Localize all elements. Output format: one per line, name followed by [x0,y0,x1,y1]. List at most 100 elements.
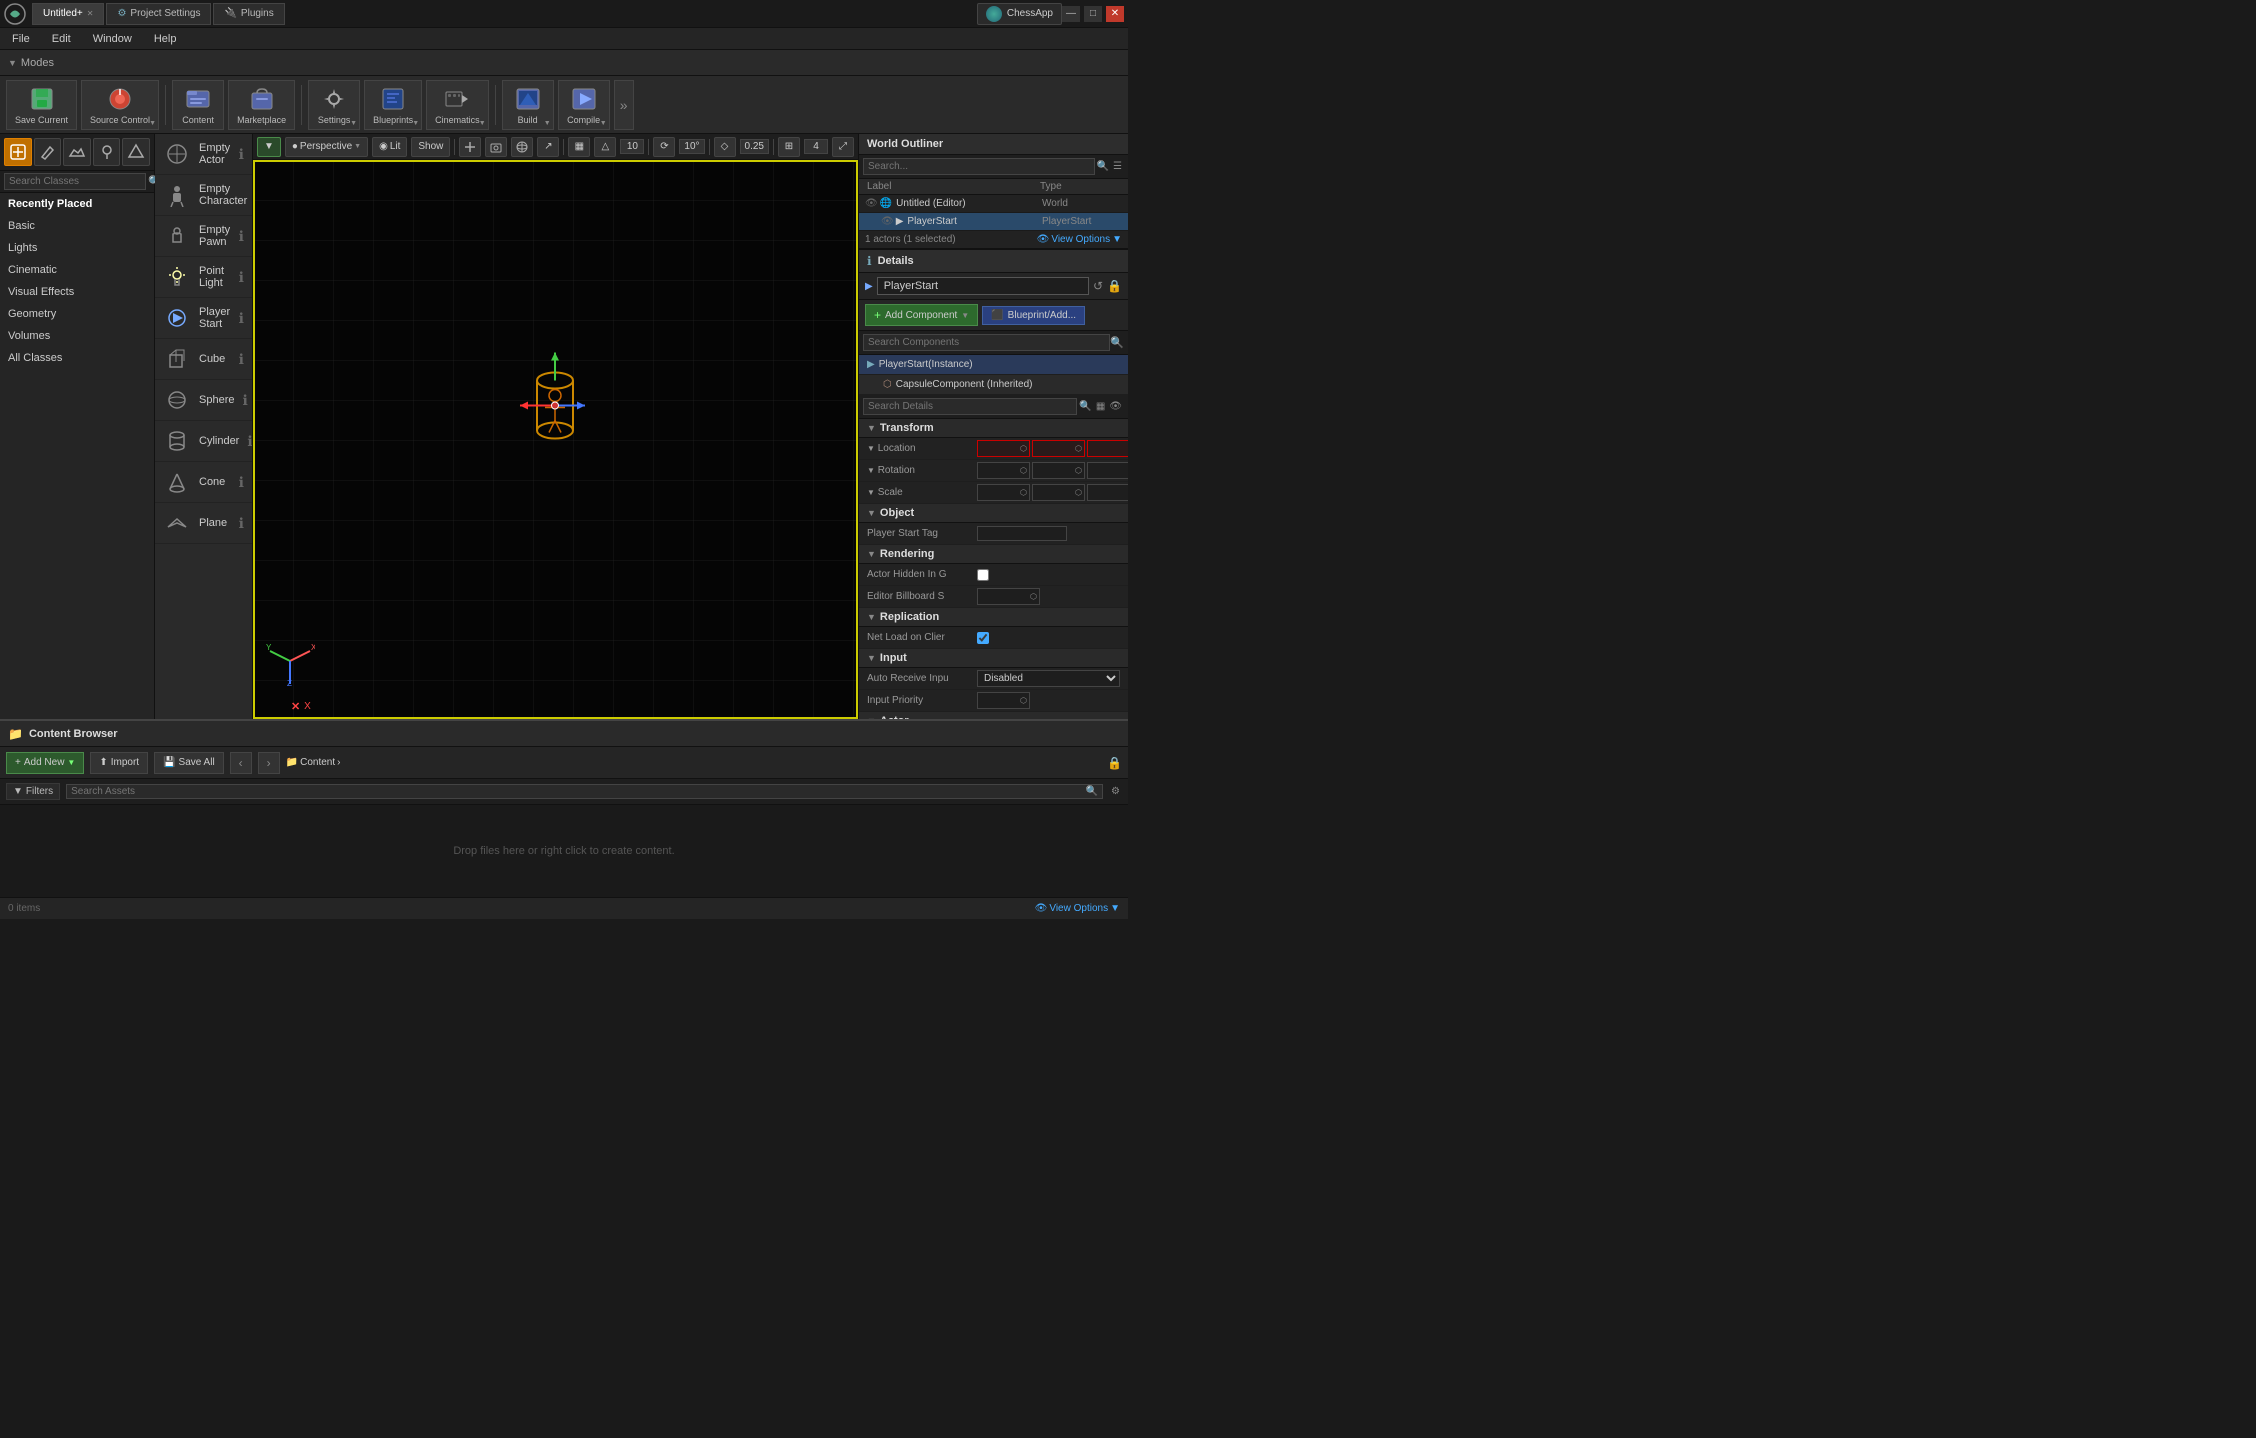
comp-capsule-inherited[interactable]: ⬡ CapsuleComponent (Inherited) [859,375,1128,395]
actor-item-cone[interactable]: Cone ℹ [155,462,252,503]
maximize-button[interactable]: □ [1084,6,1102,22]
scale-y-spin-icon[interactable]: ⬡ [1074,487,1083,498]
build-button[interactable]: Build ▼ [502,80,554,130]
comp-playerstart-instance[interactable]: ▶ PlayerStart(Instance) [859,355,1128,375]
rotation-y-input[interactable]: 0.0 [1034,464,1074,477]
actor-item-empty-pawn[interactable]: Empty Pawn ℹ [155,216,252,257]
vp-snap-button[interactable]: △ [594,137,616,157]
menu-file[interactable]: File [8,31,34,47]
actor-section-header[interactable]: ▼ Actor [859,712,1128,719]
outliner-search-icon[interactable]: 🔍 [1095,159,1111,174]
replication-section-header[interactable]: ▼ Replication [859,608,1128,627]
search-assets-input[interactable] [71,786,1085,797]
blueprints-button[interactable]: Blueprints ▼ [364,80,422,130]
actor-item-empty-actor[interactable]: Empty Actor ℹ [155,134,252,175]
actor-item-empty-character[interactable]: Empty Character ℹ [155,175,252,216]
add-new-button[interactable]: + Add New ▼ [6,752,84,774]
settings-button[interactable]: Settings ▼ [308,80,360,130]
tab-close-icon[interactable]: ✕ [87,9,94,18]
menu-window[interactable]: Window [89,31,136,47]
marketplace-button[interactable]: Marketplace [228,80,295,130]
actor-item-plane[interactable]: Plane ℹ [155,503,252,544]
cb-view-options-button[interactable]: 👁 View Options ▼ [1035,903,1120,914]
nav-back-button[interactable]: ‹ [230,752,252,774]
player-start-tag-input[interactable]: None [977,526,1067,541]
category-all-classes[interactable]: All Classes [0,347,154,369]
location-x-spin-icon[interactable]: ⬡ [1019,443,1028,454]
details-eye-icon[interactable]: 👁 [1107,399,1124,414]
vp-grid-button[interactable]: ▦ [568,137,590,157]
blueprint-button[interactable]: ⬛ Blueprint/Add... [982,306,1085,325]
billboard-spin-icon[interactable]: ⬡ [1029,591,1038,602]
vp-translate-button[interactable] [459,137,481,157]
category-recently-placed[interactable]: Recently Placed [0,193,154,215]
outliner-settings-icon[interactable]: ☰ [1111,159,1124,174]
location-x-input[interactable]: 0.0 [979,442,1019,455]
actor-item-cylinder[interactable]: Cylinder ℹ [155,421,252,462]
rendering-section-header[interactable]: ▼ Rendering [859,545,1128,564]
save-current-button[interactable]: Save Current [6,80,77,130]
outliner-search-input[interactable] [863,158,1095,175]
vp-layers-button[interactable]: ⊞ [778,137,800,157]
billboard-scale-input[interactable]: 1.0 [979,590,1029,603]
cb-settings-icon[interactable]: ⚙ [1109,784,1122,799]
rotation-x-input[interactable]: 0.0 [979,464,1019,477]
search-details-input[interactable] [863,398,1077,415]
category-cinematic[interactable]: Cinematic [0,259,154,281]
category-visual-effects[interactable]: Visual Effects [0,281,154,303]
mode-landscape-button[interactable] [63,138,91,166]
input-section-header[interactable]: ▼ Input [859,649,1128,668]
rotation-z-input[interactable]: 0.0 [1089,464,1128,477]
actor-hidden-checkbox[interactable] [977,569,989,581]
vp-dropdown-button[interactable]: ▼ [257,137,281,157]
tab-project-settings[interactable]: ⚙ Project Settings [106,3,211,25]
category-volumes[interactable]: Volumes [0,325,154,347]
location-y-spin-icon[interactable]: ⬡ [1074,443,1083,454]
auto-receive-dropdown[interactable]: Disabled Player 0 [977,670,1120,687]
view-options-button[interactable]: 👁 View Options ▼ [1037,234,1122,245]
actor-item-cube[interactable]: Cube ℹ [155,339,252,380]
rotation-y-spin-icon[interactable]: ⬡ [1074,465,1083,476]
category-geometry[interactable]: Geometry [0,303,154,325]
viewport[interactable]: X Y Z ✕ X [253,160,858,719]
input-priority-input[interactable]: 0 [979,694,1019,707]
save-all-button[interactable]: 💾 Save All [154,752,224,774]
actor-item-point-light[interactable]: Point Light ℹ [155,257,252,298]
import-button[interactable]: ⬆ Import [90,752,148,774]
vp-show-button[interactable]: Show [411,137,450,157]
vp-angle-snap-button[interactable]: ⟳ [653,137,675,157]
net-load-checkbox[interactable] [977,632,989,644]
object-section-header[interactable]: ▼ Object [859,504,1128,523]
cb-lock-icon[interactable]: 🔒 [1107,756,1122,770]
mode-foliage-button[interactable] [93,138,121,166]
compile-button[interactable]: Compile ▼ [558,80,610,130]
details-grid-icon[interactable]: ▦ [1094,399,1107,414]
menu-edit[interactable]: Edit [48,31,75,47]
scale-x-input[interactable]: 1.0 [979,486,1019,499]
transform-section-header[interactable]: ▼ Transform [859,419,1128,438]
menu-help[interactable]: Help [150,31,181,47]
vp-maximize-button[interactable]: ⤢ [832,137,854,157]
vp-camera-button[interactable] [485,137,507,157]
actor-lock-icon[interactable]: 🔒 [1107,279,1122,293]
vp-globe-button[interactable] [511,137,533,157]
mode-paint-button[interactable] [34,138,62,166]
cinematics-button[interactable]: Cinematics ▼ [426,80,489,130]
scale-y-input[interactable]: 1.0 [1034,486,1074,499]
outliner-item-playerstart[interactable]: 👁 ▶ PlayerStart PlayerStart [859,213,1128,231]
mode-place-button[interactable] [4,138,32,166]
location-z-input[interactable]: 0.0 [1089,442,1128,455]
vp-perspective-button[interactable]: ● Perspective ▼ [285,137,368,157]
nav-forward-button[interactable]: › [258,752,280,774]
search-details-icon[interactable]: 🔍 [1077,399,1093,414]
location-y-input[interactable]: 0.0 [1034,442,1074,455]
actor-reset-icon[interactable]: ↺ [1093,279,1103,293]
vp-scale-snap-button[interactable]: ◇ [714,137,736,157]
content-browser-content[interactable]: Drop files here or right click to create… [0,805,1128,897]
outliner-item-untitled[interactable]: 👁 🌐 Untitled (Editor) World [859,195,1128,213]
close-button[interactable]: ✕ [1106,6,1124,22]
scale-z-input[interactable]: 1.0 [1089,486,1128,499]
tab-untitled[interactable]: Untitled+ ✕ [32,3,104,25]
tab-plugins[interactable]: 🔌 Plugins [213,3,284,25]
vp-arrow-button[interactable]: ↗ [537,137,559,157]
